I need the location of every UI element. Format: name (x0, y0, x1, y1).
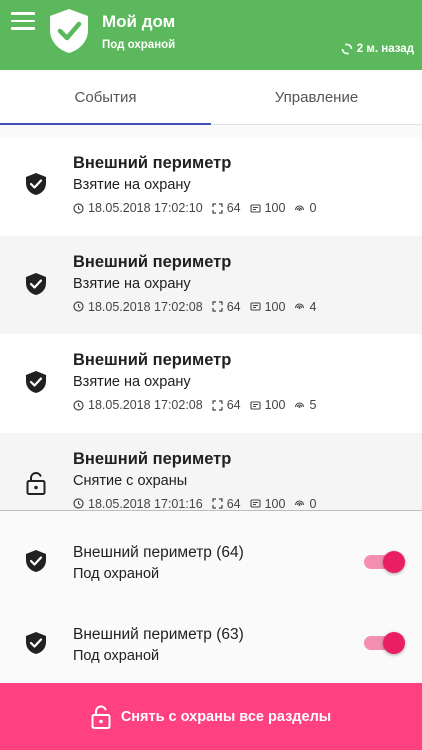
shield-check-icon (26, 632, 46, 654)
zone-arm-toggle[interactable] (364, 631, 405, 655)
event-action: Взятие на охрану (73, 374, 191, 390)
security-status: Под охраной (102, 39, 176, 51)
shield-check-icon (26, 272, 46, 295)
toggle-thumb (383, 632, 405, 654)
event-title: Внешний периметр (73, 449, 232, 468)
signal-icon (295, 204, 305, 211)
code-card-icon (250, 499, 261, 508)
sync-icon (341, 43, 353, 55)
event-zone: 64 (226, 201, 241, 215)
event-action: Взятие на охрану (73, 275, 191, 292)
event-datetime: 18.05.2018 17:02:10 (88, 201, 203, 215)
lock-open-icon (26, 471, 46, 495)
clock-icon (73, 202, 84, 214)
event-code: 100 (264, 496, 286, 511)
shield-check-icon (26, 371, 46, 393)
events-list[interactable]: Внешний периметр Взятие на охрану 18.05.… (0, 137, 422, 511)
shield-check-logo-icon (50, 9, 88, 53)
event-meta: 18.05.2018 17:01:16 64 100 0 (73, 496, 325, 511)
menu-icon[interactable] (11, 12, 35, 32)
tab-bar: События Управление (0, 70, 422, 125)
shield-check-icon (26, 173, 46, 195)
clock-icon (73, 498, 84, 509)
zone-item[interactable]: Внешний периметр (63) Под охраной (0, 594, 422, 676)
tab-events[interactable]: События (0, 70, 211, 125)
event-datetime: 18.05.2018 17:02:08 (88, 299, 203, 314)
event-code: 100 (264, 299, 286, 314)
signal-icon (295, 303, 305, 309)
event-action: Снятие с охраны (73, 472, 188, 489)
clock-icon (73, 399, 84, 411)
event-signal: 0 (309, 496, 317, 511)
event-meta: 18.05.2018 17:02:08 64 100 5 (73, 398, 325, 412)
event-signal: 5 (309, 398, 317, 412)
toggle-thumb (383, 551, 405, 573)
sync-status[interactable]: 2 м. назад (341, 43, 414, 55)
event-datetime: 18.05.2018 17:01:16 (88, 496, 203, 511)
zone-frame-icon (212, 498, 223, 509)
zone-frame-icon (212, 301, 223, 312)
event-item[interactable]: Внешний периметр Снятие с охраны 18.05.2… (0, 432, 422, 511)
sync-time: 2 м. назад (356, 43, 414, 55)
code-card-icon (250, 203, 261, 213)
zone-item[interactable]: Внешний периметр (64) Под охраной (0, 512, 422, 594)
clock-icon (73, 301, 84, 312)
page-title: Мой дом (102, 12, 176, 31)
zone-frame-icon (212, 399, 223, 411)
zone-frame-icon (212, 202, 223, 214)
zone-state: Под охраной (73, 648, 160, 664)
zones-list: Внешний периметр (64) Под охраной Внешни… (0, 512, 422, 682)
event-meta: 18.05.2018 17:02:08 64 100 4 (73, 300, 325, 314)
zone-state: Под охраной (73, 566, 160, 582)
app-header: Мой дом Под охраной 2 м. назад (0, 0, 422, 70)
event-item[interactable]: Внешний периметр Взятие на охрану 18.05.… (0, 137, 422, 236)
shield-check-icon (26, 550, 46, 572)
code-card-icon (250, 302, 261, 311)
code-card-icon (250, 400, 261, 410)
event-zone: 64 (226, 398, 241, 412)
tab-control[interactable]: Управление (211, 70, 422, 124)
event-title: Внешний периметр (73, 154, 232, 172)
event-item[interactable]: Внешний периметр Взятие на охрану 18.05.… (0, 334, 422, 433)
event-signal: 4 (309, 299, 317, 314)
lock-open-icon (91, 705, 111, 729)
disarm-all-button[interactable]: Снять с охраны все разделы (0, 683, 422, 750)
event-action: Взятие на охрану (73, 177, 191, 193)
event-meta: 18.05.2018 17:02:10 64 100 0 (73, 201, 325, 215)
zone-name: Внешний периметр (63) (73, 626, 244, 643)
signal-icon (295, 500, 305, 506)
event-code: 100 (264, 398, 286, 412)
zone-arm-toggle[interactable] (364, 550, 405, 574)
signal-icon (295, 401, 305, 408)
disarm-all-label: Снять с охраны все разделы (120, 708, 332, 725)
event-title: Внешний периметр (73, 252, 232, 271)
event-signal: 0 (309, 201, 317, 215)
event-zone: 64 (226, 496, 241, 511)
zone-name: Внешний периметр (64) (73, 544, 244, 561)
event-datetime: 18.05.2018 17:02:08 (88, 398, 203, 412)
event-item[interactable]: Внешний периметр Взятие на охрану 18.05.… (0, 235, 422, 334)
event-title: Внешний периметр (73, 351, 232, 369)
event-zone: 64 (226, 299, 241, 314)
event-code: 100 (264, 201, 286, 215)
